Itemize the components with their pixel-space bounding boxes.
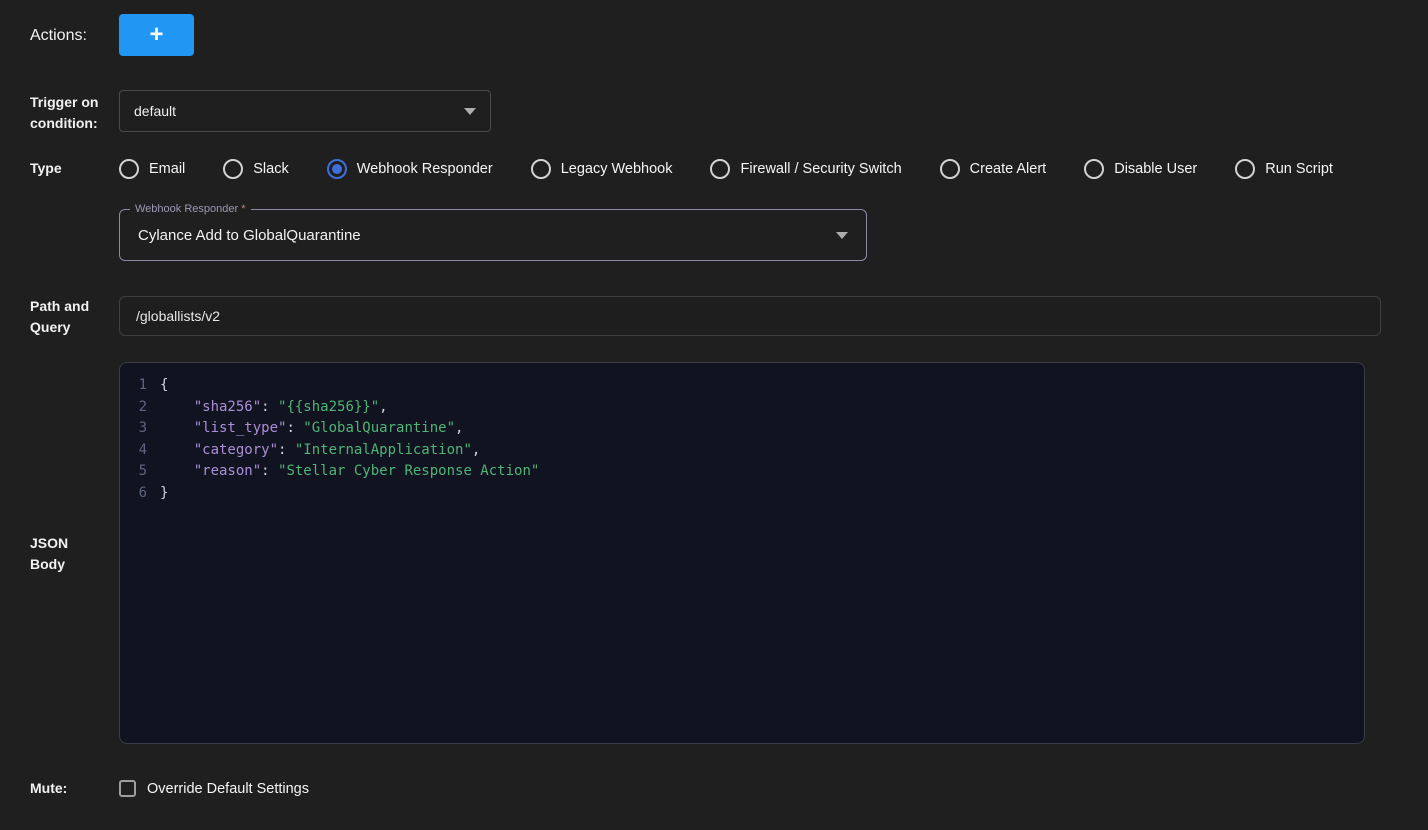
actions-row: Actions: + (30, 14, 1428, 56)
radio-label: Slack (253, 161, 288, 177)
trigger-condition-value: default (134, 103, 464, 119)
type-label: Type (30, 158, 100, 179)
code-line: 3 "list_type": "GlobalQuarantine", (120, 418, 1364, 440)
type-radio-legacy-webhook[interactable]: Legacy Webhook (531, 159, 673, 179)
code-line: 4 "category": "InternalApplication", (120, 440, 1364, 462)
line-content: "list_type": "GlobalQuarantine", (160, 418, 463, 440)
override-default-settings-option[interactable]: Override Default Settings (119, 780, 309, 797)
action-config-form: Actions: + Trigger on condition: default… (0, 0, 1428, 799)
override-default-settings-label: Override Default Settings (147, 781, 309, 797)
path-row: Path and Query (30, 294, 1428, 338)
actions-label: Actions: (30, 25, 100, 46)
webhook-responder-field-label: Webhook Responder * (130, 203, 251, 216)
chevron-down-icon (836, 232, 848, 239)
radio-label: Run Script (1265, 161, 1333, 177)
add-action-button[interactable]: + (119, 14, 194, 56)
line-number: 1 (120, 375, 160, 397)
radio-label: Create Alert (970, 161, 1047, 177)
json-body-label: JSON Body (30, 531, 100, 575)
type-radio-email[interactable]: Email (119, 159, 185, 179)
webhook-responder-select[interactable]: Webhook Responder * Cylance Add to Globa… (119, 209, 867, 261)
line-content: } (160, 483, 168, 505)
line-number: 2 (120, 397, 160, 419)
radio-label: Firewall / Security Switch (740, 161, 901, 177)
trigger-row: Trigger on condition: default (30, 90, 1428, 134)
webhook-responder-row: Webhook Responder * Cylance Add to Globa… (30, 209, 1428, 261)
radio-icon (1235, 159, 1255, 179)
mute-row: Mute: Override Default Settings (30, 778, 1428, 799)
line-number: 3 (120, 418, 160, 440)
required-asterisk: * (241, 203, 245, 215)
line-number: 6 (120, 483, 160, 505)
chevron-down-icon (464, 108, 476, 115)
line-number: 5 (120, 461, 160, 483)
webhook-responder-value: Cylance Add to GlobalQuarantine (138, 227, 836, 244)
radio-icon (710, 159, 730, 179)
type-radio-run-script[interactable]: Run Script (1235, 159, 1333, 179)
code-line: 1{ (120, 375, 1364, 397)
type-radio-disable-user[interactable]: Disable User (1084, 159, 1197, 179)
code-line: 6} (120, 483, 1364, 505)
line-content: "reason": "Stellar Cyber Response Action… (160, 461, 539, 483)
line-content: { (160, 375, 168, 397)
radio-icon (940, 159, 960, 179)
json-editor-lines: 1{2 "sha256": "{{sha256}}",3 "list_type"… (120, 375, 1364, 504)
radio-icon (531, 159, 551, 179)
path-query-input[interactable] (119, 296, 1381, 336)
type-radio-firewall-security-switch[interactable]: Firewall / Security Switch (710, 159, 901, 179)
type-radio-slack[interactable]: Slack (223, 159, 288, 179)
line-content: "sha256": "{{sha256}}", (160, 397, 388, 419)
trigger-condition-select[interactable]: default (119, 90, 491, 132)
line-content: "category": "InternalApplication", (160, 440, 480, 462)
code-line: 2 "sha256": "{{sha256}}", (120, 397, 1364, 419)
path-query-label: Path and Query (30, 294, 100, 338)
checkbox-icon[interactable] (119, 780, 136, 797)
radio-icon (223, 159, 243, 179)
webhook-spacer (30, 209, 100, 211)
radio-icon (119, 159, 139, 179)
radio-label: Disable User (1114, 161, 1197, 177)
type-radio-create-alert[interactable]: Create Alert (940, 159, 1047, 179)
radio-icon (1084, 159, 1104, 179)
type-radio-group: Email Slack Webhook Responder Legacy Webhoo… (119, 159, 1371, 179)
mute-label: Mute: (30, 778, 100, 799)
type-row: Type Email Slack Webhook Responder Legacy W… (30, 158, 1428, 179)
json-body-row: JSON Body 1{2 "sha256": "{{sha256}}",3 "… (30, 362, 1428, 744)
line-number: 4 (120, 440, 160, 462)
radio-icon (327, 159, 347, 179)
type-radio-webhook-responder[interactable]: Webhook Responder (327, 159, 493, 179)
radio-label: Email (149, 161, 185, 177)
json-body-editor[interactable]: 1{2 "sha256": "{{sha256}}",3 "list_type"… (119, 362, 1365, 744)
radio-label: Legacy Webhook (561, 161, 673, 177)
code-line: 5 "reason": "Stellar Cyber Response Acti… (120, 461, 1364, 483)
radio-label: Webhook Responder (357, 161, 493, 177)
trigger-condition-label: Trigger on condition: (30, 90, 100, 134)
